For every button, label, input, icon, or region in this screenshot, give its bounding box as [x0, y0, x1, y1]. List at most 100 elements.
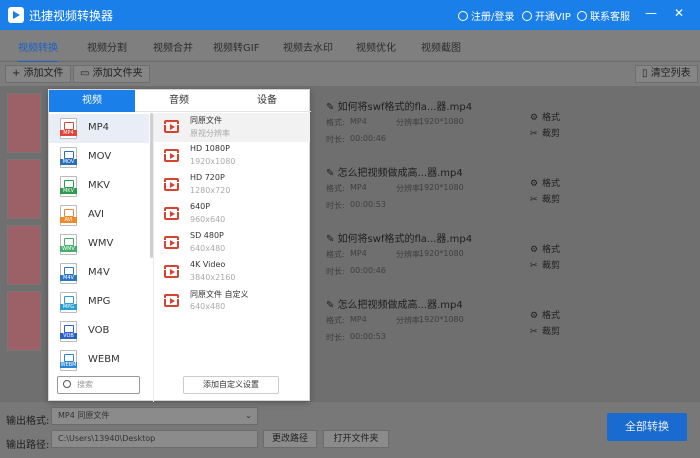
- output-path-field[interactable]: C:\Users\13940\Desktop: [51, 430, 258, 448]
- file-duration: 00:00:53: [350, 200, 386, 209]
- file-format: MP4: [350, 117, 367, 126]
- film-icon: [164, 207, 179, 220]
- plus-icon: +: [12, 68, 24, 79]
- toolbar: + 添加文件 ▭ 添加文件夹 ▯ 清空列表: [0, 62, 700, 86]
- file-format: MP4: [350, 315, 367, 324]
- film-icon: [164, 265, 179, 278]
- resolution-item[interactable]: HD 1080P 1920x1080: [154, 142, 310, 171]
- cut-button[interactable]: ✂ 裁剪: [530, 192, 560, 205]
- app-logo-icon: [8, 7, 24, 23]
- resolution-item[interactable]: 同原文件 自定义 640x480: [154, 287, 310, 316]
- search-icon: [63, 380, 71, 388]
- feature-tabs: 视频转换 视频分割 视频合并 视频转GIF 视频去水印 视频优化 视频截图: [0, 30, 700, 63]
- wmv-file-icon: WMV: [60, 234, 77, 255]
- cut-button[interactable]: ✂ 裁剪: [530, 126, 560, 139]
- film-icon: [164, 149, 179, 162]
- gear-icon: ⚙: [530, 311, 539, 321]
- gear-icon: ⚙: [530, 179, 539, 189]
- format-picker-popup: 视频 音频 设备 MP4 MP4 MOV MOV MKV MKV AVI AVI WMV…: [48, 89, 311, 402]
- app-title: 迅捷视频转换器: [29, 9, 114, 23]
- convert-all-button[interactable]: 全部转换: [607, 413, 687, 441]
- service-icon: [577, 11, 587, 21]
- tab-video-merge[interactable]: 视频合并: [153, 39, 193, 54]
- video-thumbnail: [7, 225, 41, 285]
- file-duration: 00:00:46: [350, 134, 386, 143]
- tab-video-screenshot[interactable]: 视频截图: [421, 39, 461, 54]
- format-button[interactable]: ⚙ 格式: [530, 242, 560, 255]
- trash-icon: ▯: [642, 68, 651, 79]
- resolution-item[interactable]: 640P 960x640: [154, 200, 310, 229]
- file-name: 如何将swf格式的fla...器.mp4: [326, 98, 473, 113]
- gear-icon: ⚙: [530, 245, 539, 255]
- file-name: 怎么把视频做成高...器.mp4: [326, 164, 463, 179]
- format-item-mpg[interactable]: MPG MPG: [49, 288, 149, 317]
- format-item-mp4[interactable]: MP4 MP4: [49, 114, 149, 143]
- user-icon: [458, 11, 468, 21]
- popup-tabs: 视频 音频 设备: [49, 90, 311, 112]
- title-bar: 迅捷视频转换器 注册/登录 开通VIP 联系客服 — ✕: [0, 0, 700, 30]
- tab-video-convert[interactable]: 视频转换: [18, 39, 58, 63]
- file-format: MP4: [350, 249, 367, 258]
- customer-service-link[interactable]: 联系客服: [577, 8, 630, 23]
- vip-icon: [522, 11, 532, 21]
- clear-list-button[interactable]: ▯ 清空列表: [635, 65, 698, 83]
- file-name: 怎么把视频做成高...器.mp4: [326, 296, 463, 311]
- chevron-down-icon: ⌄: [245, 411, 252, 420]
- format-item-vob[interactable]: VOB VOB: [49, 317, 149, 346]
- add-folder-button[interactable]: ▭ 添加文件夹: [73, 65, 150, 83]
- mp4-file-icon: MP4: [60, 118, 77, 139]
- format-item-mkv[interactable]: MKV MKV: [49, 172, 149, 201]
- webm-file-icon: WEBM: [60, 350, 77, 371]
- add-file-button[interactable]: + 添加文件: [5, 65, 71, 83]
- file-format: MP4: [350, 183, 367, 192]
- output-format-label: 输出格式:: [6, 416, 50, 427]
- film-icon: [164, 120, 179, 133]
- mpg-file-icon: MPG: [60, 292, 77, 313]
- file-resolution: 1920*1080: [419, 117, 464, 126]
- file-resolution: 1920*1080: [419, 315, 464, 324]
- tab-remove-watermark[interactable]: 视频去水印: [283, 39, 333, 54]
- format-item-webm[interactable]: WEBM WEBM: [49, 346, 149, 375]
- format-button[interactable]: ⚙ 格式: [530, 308, 560, 321]
- format-search-input[interactable]: 搜索: [57, 376, 140, 394]
- folder-icon: ▭: [80, 68, 93, 79]
- vip-link[interactable]: 开通VIP: [522, 8, 571, 23]
- mov-file-icon: MOV: [60, 147, 77, 168]
- format-item-wmv[interactable]: WMV WMV: [49, 230, 149, 259]
- format-item-avi[interactable]: AVI AVI: [49, 201, 149, 230]
- tab-audio[interactable]: 音频: [135, 90, 223, 112]
- resolution-item[interactable]: HD 720P 1280x720: [154, 171, 310, 200]
- file-duration: 00:00:46: [350, 266, 386, 275]
- tab-video-optimize[interactable]: 视频优化: [356, 39, 396, 54]
- add-custom-setting-button[interactable]: 添加自定义设置: [183, 376, 279, 394]
- vob-file-icon: VOB: [60, 321, 77, 342]
- format-button[interactable]: ⚙ 格式: [530, 110, 560, 123]
- tab-video-split[interactable]: 视频分割: [87, 39, 127, 54]
- format-item-mov[interactable]: MOV MOV: [49, 143, 149, 172]
- cut-button[interactable]: ✂ 裁剪: [530, 258, 560, 271]
- file-resolution: 1920*1080: [419, 183, 464, 192]
- file-name: 如何将swf格式的fla...器.mp4: [326, 230, 473, 245]
- cut-button[interactable]: ✂ 裁剪: [530, 324, 560, 337]
- minimize-icon[interactable]: —: [645, 6, 657, 20]
- resolution-item[interactable]: SD 480P 640x480: [154, 229, 310, 258]
- output-format-select[interactable]: MP4 同原文件 ⌄: [51, 407, 258, 425]
- bottom-bar: 输出格式: MP4 同原文件 ⌄ 输出路径: C:\Users\13940\Des…: [0, 402, 700, 458]
- avi-file-icon: AVI: [60, 205, 77, 226]
- resolution-item[interactable]: 4K Video 3840x2160: [154, 258, 310, 287]
- tab-device[interactable]: 设备: [223, 90, 311, 112]
- change-path-button[interactable]: 更改路径: [263, 430, 317, 448]
- format-button[interactable]: ⚙ 格式: [530, 176, 560, 189]
- tab-video[interactable]: 视频: [49, 90, 135, 112]
- m4v-file-icon: M4V: [60, 263, 77, 284]
- file-resolution: 1920*1080: [419, 249, 464, 258]
- register-login-link[interactable]: 注册/登录: [458, 8, 514, 23]
- close-icon[interactable]: ✕: [674, 6, 684, 20]
- open-folder-button[interactable]: 打开文件夹: [323, 430, 389, 448]
- film-icon: [164, 178, 179, 191]
- tab-video-to-gif[interactable]: 视频转GIF: [213, 39, 259, 54]
- resolution-item[interactable]: 同原文件 原视分辨率: [154, 113, 310, 142]
- video-thumbnail: [7, 291, 41, 351]
- output-path-label: 输出路径:: [6, 440, 50, 451]
- format-item-m4v[interactable]: M4V M4V: [49, 259, 149, 288]
